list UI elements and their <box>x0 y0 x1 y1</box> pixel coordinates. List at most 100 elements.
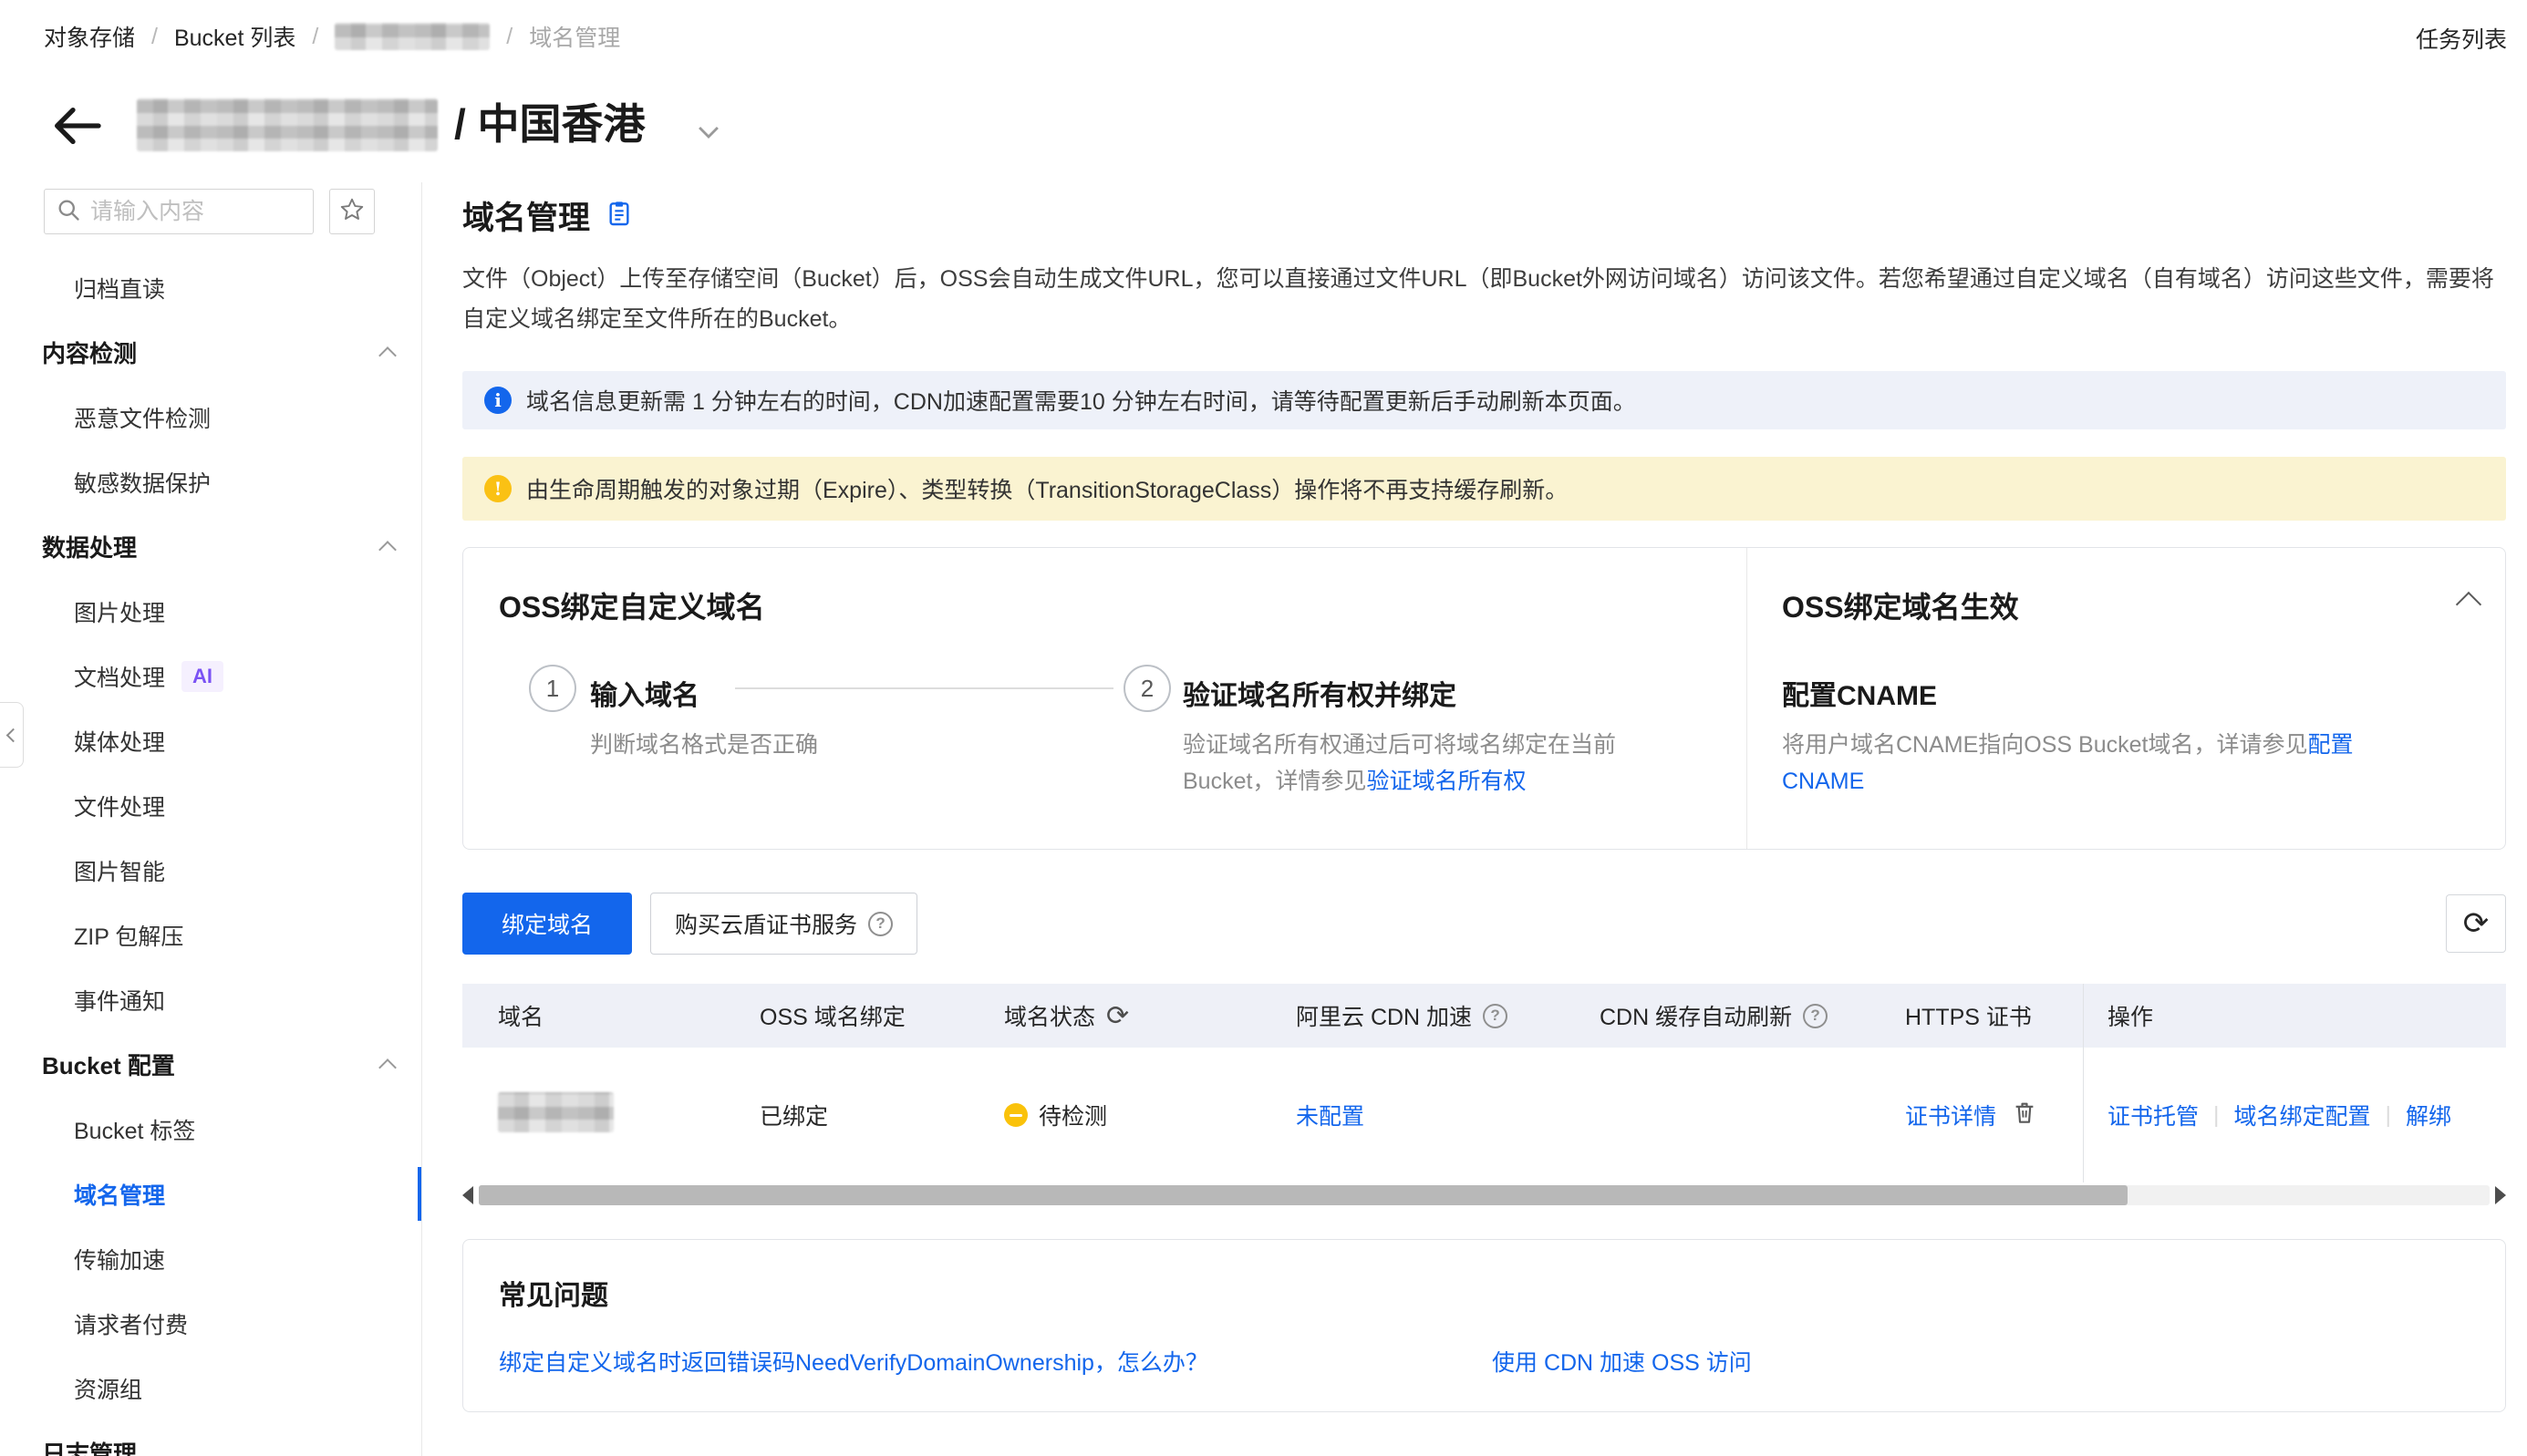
sidebar-item-image-processing[interactable]: 图片处理 <box>0 579 421 644</box>
col-domain: 域名 <box>498 999 760 1032</box>
page-title: / 中国香港 <box>454 91 646 151</box>
cname-subtitle: 配置CNAME <box>1782 673 1937 713</box>
col-actions: 操作 <box>2083 999 2506 1032</box>
warning-banner: ! 由生命周期触发的对象过期（Expire）、类型转换（TransitionSt… <box>462 457 2506 521</box>
section-title: 域名管理 <box>462 192 590 239</box>
breadcrumb-current: 域名管理 <box>529 20 620 53</box>
help-icon[interactable]: ? <box>1483 1004 1507 1028</box>
sidebar-item-image-intelligence[interactable]: 图片智能 <box>0 838 421 903</box>
unbind-link[interactable]: 解绑 <box>2406 1099 2451 1131</box>
bind-domain-button[interactable]: 绑定域名 <box>462 893 632 955</box>
pending-status-icon <box>1004 1103 1028 1127</box>
sidebar-item-bucket-tags[interactable]: Bucket 标签 <box>0 1097 421 1162</box>
trash-icon[interactable] <box>2011 1099 2038 1132</box>
breadcrumb-separator: / <box>506 24 513 50</box>
bind-card-title: OSS绑定自定义域名 <box>499 584 765 626</box>
copy-doc-icon[interactable] <box>605 199 634 232</box>
effect-card-title: OSS绑定域名生效 <box>1782 584 2019 626</box>
sidebar-item-sensitive-data-protection[interactable]: 敏感数据保护 <box>0 449 421 514</box>
cell-domain <box>498 1092 760 1139</box>
action-separator: | <box>2213 1102 2220 1129</box>
sidebar: 归档直读 内容检测 恶意文件检测 敏感数据保护 数据处理 图片处理 文档处理AI… <box>0 182 422 1456</box>
sidebar-item-transfer-acceleration[interactable]: 传输加速 <box>0 1226 421 1291</box>
sidebar-item-zip-decompress[interactable]: ZIP 包解压 <box>0 903 421 967</box>
cdn-not-configured-link[interactable]: 未配置 <box>1296 1104 1364 1130</box>
main-content: 域名管理 文件（Object）上传至存储空间（Bucket）后，OSS会自动生成… <box>423 182 2527 1456</box>
sidebar-nav: 归档直读 内容检测 恶意文件检测 敏感数据保护 数据处理 图片处理 文档处理AI… <box>0 255 421 1456</box>
card-divider <box>1746 548 1747 849</box>
sidebar-item-resource-group[interactable]: 资源组 <box>0 1356 421 1420</box>
fixed-column-divider <box>2083 984 2084 1182</box>
scroll-left-arrow[interactable] <box>462 1186 473 1204</box>
verify-ownership-link[interactable]: 验证域名所有权 <box>1366 769 1526 794</box>
chevron-up-icon <box>378 346 397 365</box>
breadcrumb-object-storage[interactable]: 对象存储 <box>44 20 135 53</box>
domain-binding-config-link[interactable]: 域名绑定配置 <box>2234 1099 2371 1131</box>
sidebar-item-malicious-file-detection[interactable]: 恶意文件检测 <box>0 385 421 449</box>
breadcrumb-separator: / <box>312 24 318 50</box>
faq-title: 常见问题 <box>499 1273 608 1313</box>
scrollbar-track[interactable] <box>479 1185 2490 1205</box>
sidebar-item-domain-management[interactable]: 域名管理 <box>0 1162 421 1226</box>
faq-link-need-verify-ownership[interactable]: 绑定自定义域名时返回错误码NeedVerifyDomainOwnership，怎… <box>499 1345 1208 1378</box>
faq-link-cdn-acceleration[interactable]: 使用 CDN 加速 OSS 访问 <box>1492 1345 1752 1378</box>
breadcrumb-bucket-list[interactable]: Bucket 列表 <box>174 20 295 53</box>
cell-binding-status: 已绑定 <box>760 1099 1004 1131</box>
task-list-link[interactable]: 任务列表 <box>2416 22 2507 55</box>
breadcrumb-separator: / <box>151 24 158 50</box>
search-input[interactable] <box>90 199 282 225</box>
cell-cdn: 未配置 <box>1296 1099 1600 1131</box>
sidebar-section-bucket-config[interactable]: Bucket 配置 <box>0 1032 421 1097</box>
breadcrumb-bucket-name-redacted[interactable] <box>335 23 490 50</box>
cert-details-link[interactable]: 证书详情 <box>1905 1099 1996 1131</box>
sidebar-item-file-processing[interactable]: 文件处理 <box>0 773 421 838</box>
info-banner-text: 域名信息更新需 1 分钟左右的时间，CDN加速配置需要10 分钟左右时间，请等待… <box>526 384 1636 417</box>
sidebar-item-archive-direct-read[interactable]: 归档直读 <box>0 255 421 320</box>
refresh-button[interactable]: ⟳ <box>2446 894 2506 953</box>
sidebar-item-requester-pays[interactable]: 请求者付费 <box>0 1291 421 1356</box>
ai-badge: AI <box>181 661 223 692</box>
step-connector-line <box>735 687 1113 689</box>
refresh-icon: ⟳ <box>2463 905 2490 942</box>
sidebar-item-document-processing[interactable]: 文档处理AI <box>0 644 421 708</box>
back-arrow-icon[interactable] <box>47 97 106 155</box>
table-row: 已绑定 待检测 未配置 证书详情 证书托管 | 域名绑定配置 | 解绑 <box>462 1048 2506 1182</box>
cell-https-cert: 证书详情 <box>1905 1099 2083 1132</box>
collapse-chevron-up-icon[interactable] <box>2456 592 2481 617</box>
action-separator: | <box>2386 1102 2392 1129</box>
step-1-circle: 1 <box>529 665 576 712</box>
step-2-circle: 2 <box>1124 665 1171 712</box>
top-bar: 对象存储 / Bucket 列表 / / 域名管理 任务列表 <box>0 0 2527 82</box>
star-icon <box>338 196 366 228</box>
scroll-right-arrow[interactable] <box>2495 1186 2506 1204</box>
sidebar-section-log-management[interactable]: 日志管理 <box>0 1420 421 1456</box>
cell-domain-status: 待检测 <box>1004 1099 1296 1131</box>
favorite-star-button[interactable] <box>329 189 375 234</box>
info-banner: i 域名信息更新需 1 分钟左右的时间，CDN加速配置需要10 分钟左右时间，请… <box>462 371 2506 429</box>
sidebar-section-content-detection[interactable]: 内容检测 <box>0 320 421 385</box>
col-domain-status: 域名状态⟳ <box>1004 999 1296 1032</box>
chevron-up-icon <box>378 541 397 559</box>
cert-hosting-link[interactable]: 证书托管 <box>2108 1099 2199 1131</box>
help-icon[interactable]: ? <box>1803 1004 1828 1028</box>
chevron-down-icon[interactable] <box>693 117 724 148</box>
step-2-desc: 验证域名所有权通过后可将域名绑定在当前 Bucket，详情参见验证域名所有权 <box>1183 727 1630 800</box>
bind-domain-guide-card: OSS绑定自定义域名 1 输入域名 2 验证域名所有权并绑定 判断域名格式是否正… <box>462 547 2506 850</box>
sidebar-search-box[interactable] <box>44 189 314 234</box>
sidebar-section-data-processing[interactable]: 数据处理 <box>0 514 421 579</box>
horizontal-scrollbar <box>462 1184 2506 1206</box>
chevron-left-icon <box>6 728 21 742</box>
step-1-desc: 判断域名格式是否正确 <box>590 727 818 763</box>
page-description: 文件（Object）上传至存储空间（Bucket）后，OSS会自动生成文件URL… <box>462 259 2505 339</box>
step-2-title: 验证域名所有权并绑定 <box>1183 673 1456 713</box>
col-https-cert: HTTPS 证书 <box>1905 999 2083 1032</box>
sidebar-item-event-notification[interactable]: 事件通知 <box>0 967 421 1032</box>
scrollbar-thumb[interactable] <box>479 1185 2128 1205</box>
toolbar: 绑定域名 购买云盾证书服务 ? ⟳ <box>462 893 2506 955</box>
faq-card: 常见问题 绑定自定义域名时返回错误码NeedVerifyDomainOwners… <box>462 1239 2506 1412</box>
sidebar-item-media-processing[interactable]: 媒体处理 <box>0 708 421 773</box>
info-icon: i <box>484 387 512 414</box>
buy-cert-button[interactable]: 购买云盾证书服务 ? <box>650 893 917 955</box>
status-refresh-icon[interactable]: ⟳ <box>1106 1000 1129 1032</box>
panel-collapse-button[interactable] <box>0 702 24 768</box>
